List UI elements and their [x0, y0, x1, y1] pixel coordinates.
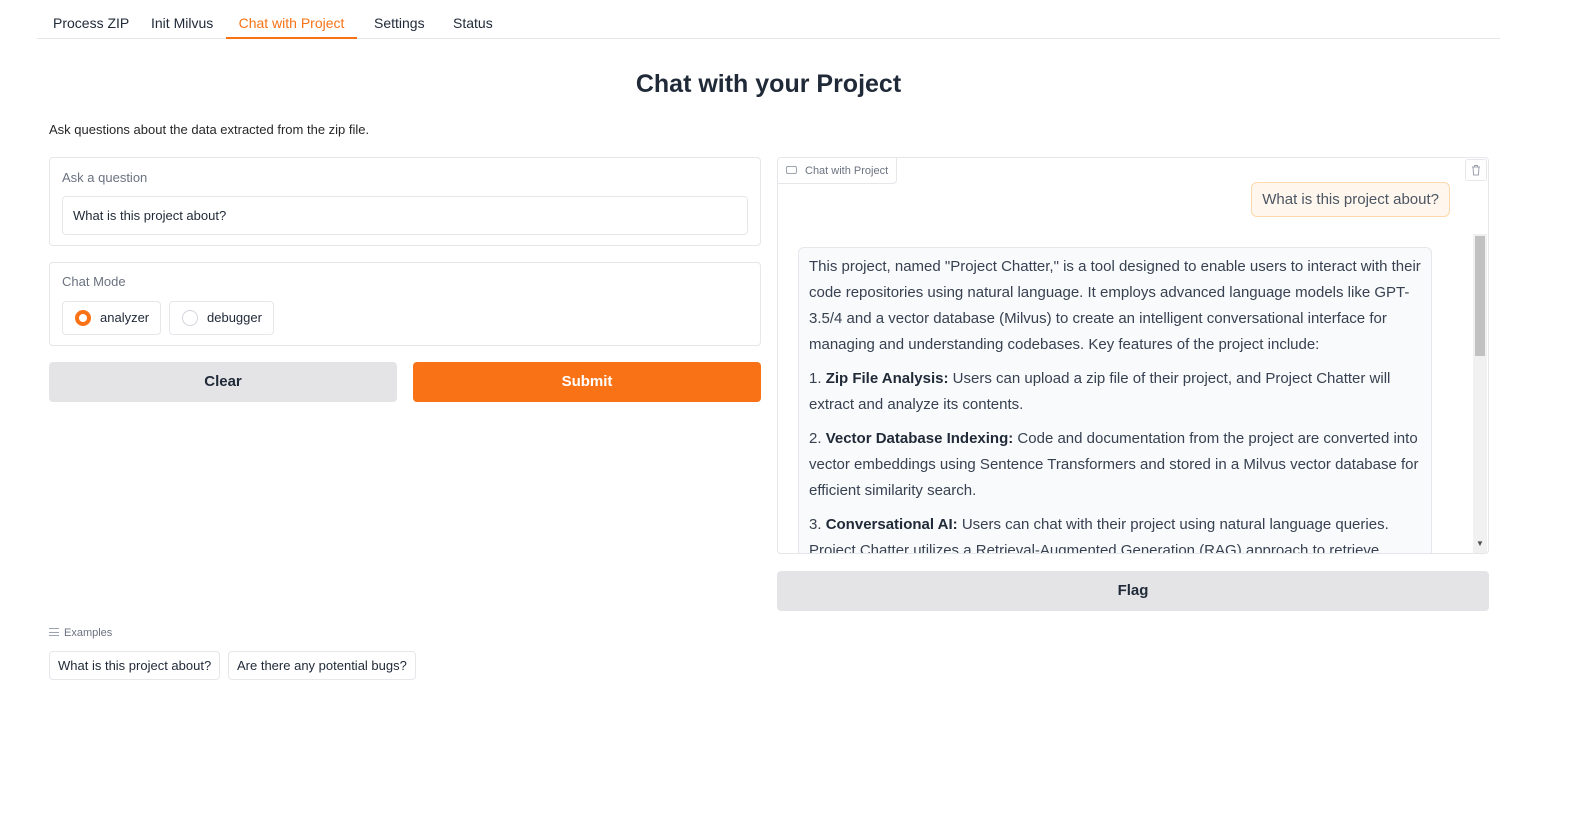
- radio-unchecked-icon: [182, 310, 198, 326]
- radio-checked-icon: [75, 310, 91, 326]
- radio-label: debugger: [207, 310, 262, 325]
- trash-icon[interactable]: [1465, 159, 1487, 181]
- page-description: Ask questions about the data extracted f…: [49, 122, 370, 137]
- bot-point: 3. Conversational AI: Users can chat wit…: [809, 516, 1389, 554]
- scroll-down-icon[interactable]: ▼: [1475, 539, 1485, 549]
- example-button[interactable]: Are there any potential bugs?: [228, 651, 416, 680]
- chat-mode-panel: Chat Mode analyzer debugger: [49, 262, 761, 346]
- tab-settings[interactable]: Settings: [374, 0, 425, 39]
- tab-process-zip[interactable]: Process ZIP: [53, 0, 129, 39]
- chat-mode-label: Chat Mode: [62, 274, 126, 289]
- chat-icon: [786, 166, 797, 175]
- example-button[interactable]: What is this project about?: [49, 651, 221, 680]
- examples-label: Examples: [49, 627, 112, 639]
- radio-label: analyzer: [100, 310, 150, 325]
- tab-chat-with-project[interactable]: Chat with Project: [226, 0, 357, 39]
- bot-point: 1. Zip File Analysis: Users can upload a…: [809, 370, 1391, 413]
- user-message: What is this project about?: [1251, 182, 1450, 217]
- chatbot-label: Chat with Project: [778, 158, 898, 184]
- radio-analyzer[interactable]: analyzer: [62, 301, 161, 335]
- submit-button[interactable]: Submit: [413, 362, 761, 402]
- tab-status[interactable]: Status: [453, 0, 493, 39]
- page-title: Chat with your Project: [635, 70, 902, 98]
- flag-button[interactable]: Flag: [777, 571, 1489, 611]
- question-panel: Ask a question What is this project abou…: [49, 157, 761, 246]
- bot-point: 2. Vector Database Indexing: Code and do…: [809, 430, 1419, 499]
- tab-bar: Process ZIP Init Milvus Chat with Projec…: [37, 0, 1500, 39]
- question-input[interactable]: What is this project about?: [62, 196, 748, 235]
- clear-button[interactable]: Clear: [49, 362, 397, 402]
- bot-message: This project, named "Project Chatter," i…: [798, 247, 1432, 554]
- bot-intro: This project, named "Project Chatter," i…: [809, 258, 1421, 353]
- tab-init-milvus[interactable]: Init Milvus: [151, 0, 213, 39]
- radio-debugger[interactable]: debugger: [169, 301, 274, 335]
- list-icon: [49, 628, 59, 637]
- chatbot-panel[interactable]: Chat with Project What is this project a…: [777, 157, 1489, 554]
- question-label: Ask a question: [62, 170, 148, 185]
- scrollbar-thumb[interactable]: [1475, 236, 1485, 356]
